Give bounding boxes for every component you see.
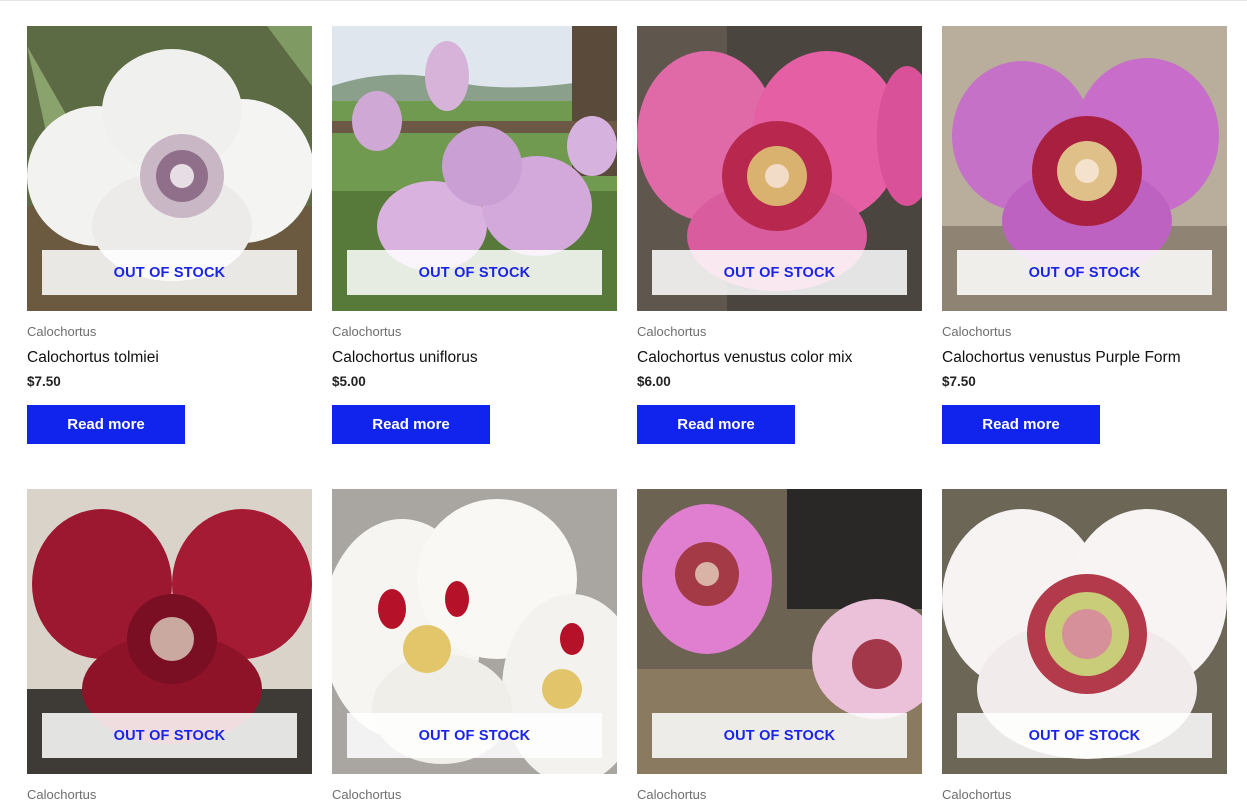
product-image[interactable]: OUT OF STOCK: [637, 489, 922, 774]
product-category[interactable]: Calochortus: [332, 787, 617, 803]
product-image[interactable]: OUT OF STOCK: [942, 489, 1227, 774]
out-of-stock-badge: OUT OF STOCK: [42, 250, 297, 295]
out-of-stock-badge: OUT OF STOCK: [347, 250, 602, 295]
product-grid: OUT OF STOCK Calochortus Calochortus tol…: [27, 26, 1227, 809]
product-category[interactable]: Calochortus: [332, 324, 617, 340]
read-more-button[interactable]: Read more: [637, 405, 795, 444]
product-category[interactable]: Calochortus: [637, 787, 922, 803]
product-image[interactable]: OUT OF STOCK: [27, 489, 312, 774]
product-price: $5.00: [332, 374, 366, 389]
product-card: OUT OF STOCK Calochortus: [637, 489, 922, 809]
product-card: OUT OF STOCK Calochortus Calochortus ven…: [637, 26, 922, 489]
product-card: OUT OF STOCK Calochortus Calochortus uni…: [332, 26, 617, 489]
product-image[interactable]: OUT OF STOCK: [637, 26, 922, 311]
product-price: $7.50: [27, 374, 61, 389]
product-category[interactable]: Calochortus: [27, 324, 312, 340]
product-category[interactable]: Calochortus: [942, 324, 1227, 340]
product-image[interactable]: OUT OF STOCK: [332, 26, 617, 311]
read-more-button[interactable]: Read more: [332, 405, 490, 444]
product-title[interactable]: Calochortus venustus Purple Form: [942, 348, 1227, 367]
product-card: OUT OF STOCK Calochortus: [27, 489, 312, 809]
product-card: OUT OF STOCK Calochortus Calochortus ven…: [942, 26, 1227, 489]
header-divider: [0, 0, 1247, 1]
out-of-stock-badge: OUT OF STOCK: [652, 713, 907, 758]
product-image[interactable]: OUT OF STOCK: [942, 26, 1227, 311]
product-category[interactable]: Calochortus: [27, 787, 312, 803]
product-image[interactable]: OUT OF STOCK: [27, 26, 312, 311]
out-of-stock-badge: OUT OF STOCK: [347, 713, 602, 758]
product-price: $7.50: [942, 374, 976, 389]
read-more-button[interactable]: Read more: [27, 405, 185, 444]
product-price: $6.00: [637, 374, 671, 389]
product-category[interactable]: Calochortus: [637, 324, 922, 340]
product-title[interactable]: Calochortus venustus color mix: [637, 348, 922, 367]
read-more-button[interactable]: Read more: [942, 405, 1100, 444]
product-card: OUT OF STOCK Calochortus Calochortus tol…: [27, 26, 312, 489]
out-of-stock-badge: OUT OF STOCK: [42, 713, 297, 758]
out-of-stock-badge: OUT OF STOCK: [957, 713, 1212, 758]
product-category[interactable]: Calochortus: [942, 787, 1227, 803]
out-of-stock-badge: OUT OF STOCK: [652, 250, 907, 295]
product-card: OUT OF STOCK Calochortus: [332, 489, 617, 809]
out-of-stock-badge: OUT OF STOCK: [957, 250, 1212, 295]
product-image[interactable]: OUT OF STOCK: [332, 489, 617, 774]
product-card: OUT OF STOCK Calochortus: [942, 489, 1227, 809]
product-title[interactable]: Calochortus uniflorus: [332, 348, 617, 367]
product-title[interactable]: Calochortus tolmiei: [27, 348, 312, 367]
